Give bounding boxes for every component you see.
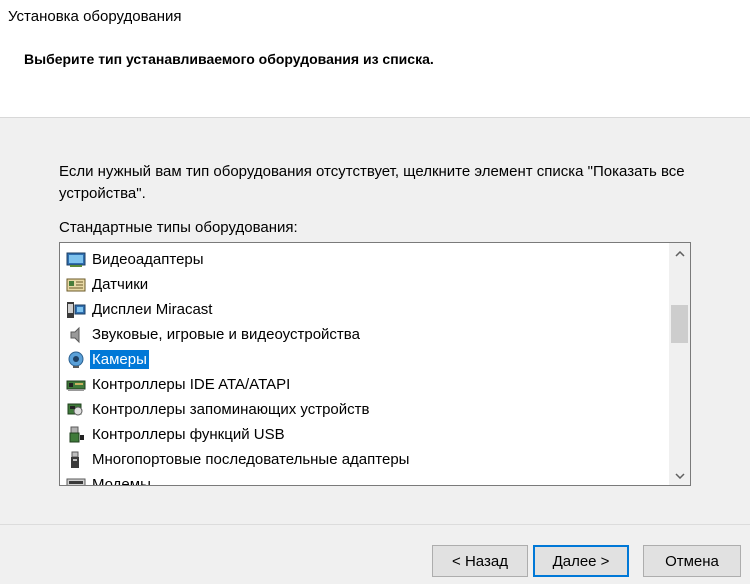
chevron-down-icon — [674, 466, 685, 484]
usb-icon — [66, 426, 86, 444]
serial-port-icon — [66, 451, 86, 469]
list-item-storage-controllers[interactable]: Контроллеры запоминающих устройств — [60, 397, 668, 422]
speaker-icon — [66, 326, 86, 344]
list-item-usb-controllers[interactable]: Контроллеры функций USB — [60, 422, 668, 447]
modem-icon — [66, 476, 86, 485]
footer-divider — [0, 524, 750, 525]
list-item-ide-controllers[interactable]: Контроллеры IDE ATA/ATAPI — [60, 372, 668, 397]
scroll-up-button[interactable] — [669, 243, 690, 263]
list-item-sensors[interactable]: Датчики — [60, 272, 668, 297]
list-item-miracast-displays[interactable]: Дисплеи Miracast — [60, 297, 668, 322]
ide-controller-icon — [66, 376, 86, 394]
back-button[interactable]: < Назад — [432, 545, 528, 577]
chevron-up-icon — [674, 244, 685, 262]
list-item-sound-video-game[interactable]: Звуковые, игровые и видеоустройства — [60, 322, 668, 347]
wizard-header: Установка оборудования Выберите тип уста… — [0, 0, 750, 118]
list-item-cameras[interactable]: Камеры — [60, 347, 668, 372]
wizard-heading: Выберите тип устанавливаемого оборудован… — [24, 51, 434, 67]
list-scrollbar[interactable] — [669, 243, 690, 485]
display-adapter-icon — [66, 251, 86, 269]
webcam-icon — [66, 351, 86, 369]
window-title: Установка оборудования — [8, 8, 182, 25]
sensor-icon — [66, 276, 86, 294]
storage-controller-icon — [66, 401, 86, 419]
hardware-types-list: Видеоадаптеры Датчики Дисплеи Miracast З… — [60, 247, 668, 485]
scroll-thumb[interactable] — [671, 305, 688, 343]
list-item-multiport-serial[interactable]: Многопортовые последовательные адаптеры — [60, 447, 668, 472]
wizard-body: Если нужный вам тип оборудования отсутст… — [0, 118, 750, 524]
hardware-types-label: Стандартные типы оборудования: — [59, 219, 298, 236]
instruction-text: Если нужный вам тип оборудования отсутст… — [59, 163, 685, 202]
list-item-display-adapters[interactable]: Видеоадаптеры — [60, 247, 668, 272]
cancel-button[interactable]: Отмена — [643, 545, 741, 577]
list-item-modems[interactable]: Модемы — [60, 472, 668, 485]
scroll-down-button[interactable] — [669, 465, 690, 485]
hardware-types-listbox[interactable]: Видеоадаптеры Датчики Дисплеи Miracast З… — [59, 242, 691, 486]
next-button[interactable]: Далее > — [533, 545, 629, 577]
miracast-display-icon — [66, 301, 86, 319]
